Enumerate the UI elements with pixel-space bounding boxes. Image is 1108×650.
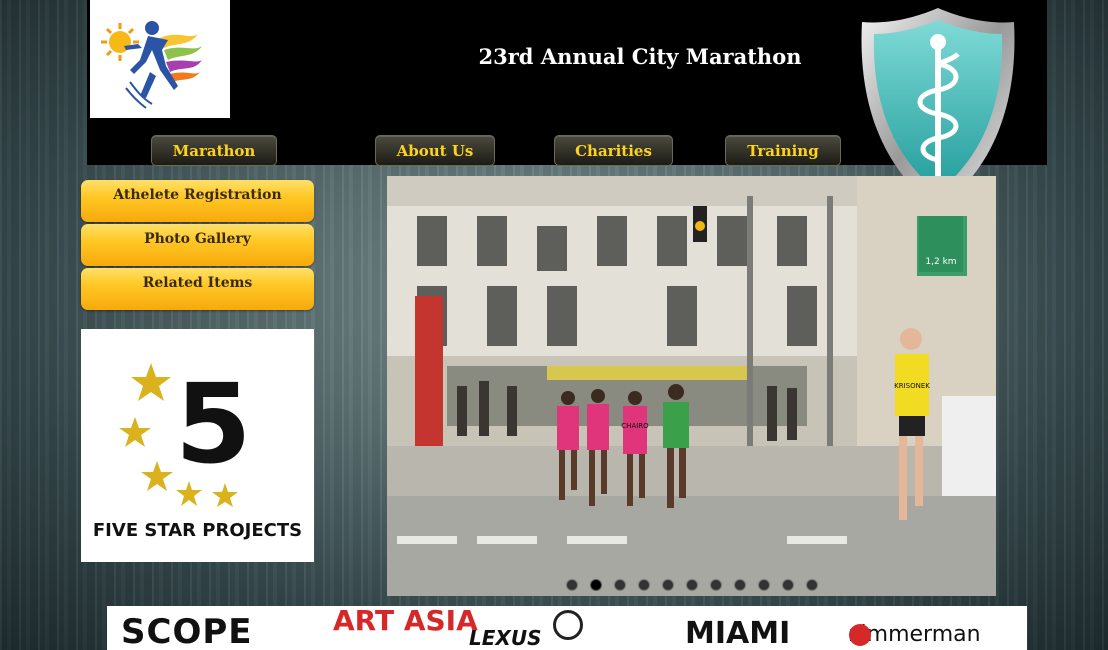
nav-marathon-button[interactable]: Marathon	[151, 135, 277, 166]
slide-dot[interactable]	[685, 578, 698, 591]
slideshow-image: 1,2 km CHAIRO KRISONEK	[387, 176, 996, 596]
slide-dot[interactable]	[565, 578, 578, 591]
nav-training-button[interactable]: Training	[725, 135, 841, 166]
slide-dot[interactable]	[781, 578, 794, 591]
slide-dot[interactable]	[589, 578, 602, 591]
marathon-slideshow[interactable]: 1,2 km CHAIRO KRISONEK	[387, 176, 996, 596]
zimmerman-circle-icon	[849, 624, 871, 646]
slide-dot[interactable]	[733, 578, 746, 591]
nav-about-us-button[interactable]: About Us	[375, 135, 495, 166]
street-sign-text: 1,2 km	[925, 257, 956, 267]
sponsor-miami-logo[interactable]: MIAMI	[685, 616, 790, 650]
slide-dot[interactable]	[637, 578, 650, 591]
slide-dot[interactable]	[757, 578, 770, 591]
sponsor-scope-logo[interactable]: SCOPE	[121, 612, 253, 650]
slide-dot[interactable]	[613, 578, 626, 591]
five-star-number: 5	[175, 360, 252, 488]
sponsor-art-asia-logo[interactable]: ART ASIA	[333, 606, 478, 634]
sponsor-strip: SCOPE ART ASIA LEXUS MIAMI zimmerman	[107, 606, 1027, 650]
five-star-label: FIVE STAR PROJECTS	[92, 520, 303, 541]
lexus-emblem-icon	[553, 610, 583, 640]
athlete-registration-button[interactable]: Athelete Registration	[81, 180, 314, 222]
slide-indicator-dots	[387, 574, 996, 591]
nav-charities-button[interactable]: Charities	[554, 135, 673, 166]
related-items-button[interactable]: Related Items	[81, 268, 314, 310]
five-star-projects-ad[interactable]: 5 FIVE STAR PROJECTS	[81, 329, 314, 562]
bib-label-2: KRISONEK	[894, 382, 930, 390]
slide-dot[interactable]	[709, 578, 722, 591]
bib-label-1: CHAIRO	[621, 422, 649, 430]
photo-gallery-button[interactable]: Photo Gallery	[81, 224, 314, 266]
slide-dot[interactable]	[661, 578, 674, 591]
sponsor-lexus-logo[interactable]: LEXUS	[469, 626, 541, 650]
slide-dot[interactable]	[805, 578, 818, 591]
